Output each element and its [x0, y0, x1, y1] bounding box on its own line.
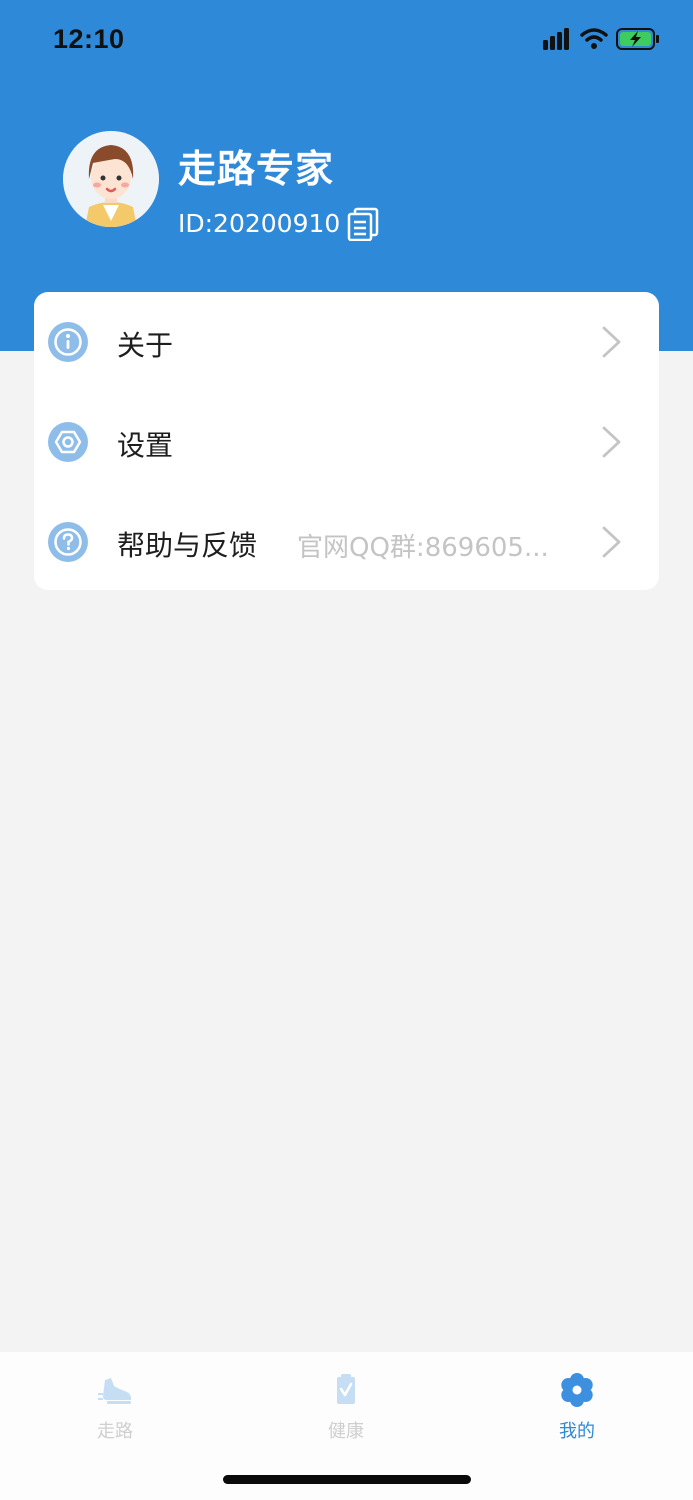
status-bar: 12:10 — [0, 0, 693, 84]
status-icons — [543, 28, 663, 56]
tab-label: 我的 — [559, 1421, 595, 1442]
chevron-right-icon — [602, 426, 621, 458]
copy-icon[interactable] — [346, 207, 380, 241]
chevron-right-icon — [602, 526, 621, 558]
signal-icon — [543, 28, 569, 50]
menu-item-settings[interactable]: 设置 — [34, 392, 659, 492]
avatar[interactable] — [63, 131, 159, 227]
info-icon — [48, 322, 88, 362]
profile-id: ID:20200910 — [178, 209, 341, 238]
qq-group-text: 官网QQ群:869605... — [297, 533, 549, 563]
status-time: 12:10 — [53, 24, 125, 54]
menu-card: 关于 设置 帮助与反馈 官网QQ群:869605... — [34, 292, 659, 590]
tab-mine[interactable]: 我的 — [507, 1352, 647, 1452]
battery-charging-icon — [616, 28, 659, 50]
tab-walk[interactable]: 走路 — [45, 1352, 185, 1452]
tab-health[interactable]: 健康 — [276, 1352, 416, 1452]
chevron-right-icon — [602, 326, 621, 358]
menu-item-about[interactable]: 关于 — [34, 292, 659, 392]
menu-item-label: 帮助与反馈 — [117, 529, 258, 562]
menu-item-help-feedback[interactable]: 帮助与反馈 官网QQ群:869605... — [34, 492, 659, 592]
avatar-illustration — [63, 131, 159, 227]
tab-label: 走路 — [97, 1421, 133, 1442]
menu-item-label: 设置 — [117, 429, 174, 462]
health-icon — [337, 1374, 355, 1404]
tab-label: 健康 — [328, 1421, 364, 1442]
settings-hex-icon — [48, 422, 88, 462]
menu-item-label: 关于 — [117, 329, 174, 362]
flower-icon — [561, 1373, 593, 1407]
home-indicator — [223, 1475, 471, 1484]
wifi-icon — [580, 28, 608, 49]
profile-name: 走路专家 — [178, 147, 335, 191]
shoe-icon — [98, 1378, 131, 1404]
help-icon — [48, 522, 88, 562]
